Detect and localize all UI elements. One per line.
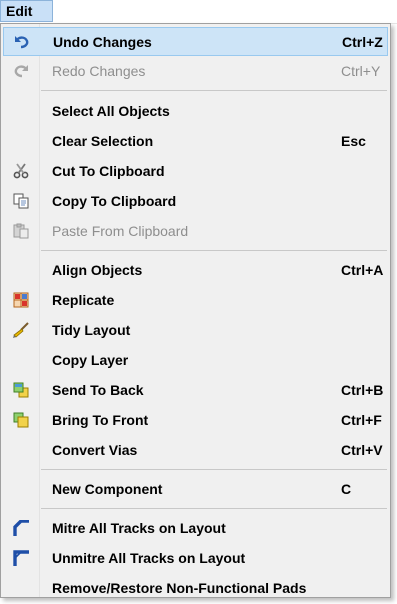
menu-item-tidy-layout[interactable]: Tidy Layout xyxy=(3,316,388,345)
edit-dropdown-menu: Undo Changes Ctrl+Z Redo Changes Ctrl+Y … xyxy=(0,23,391,598)
menu-separator xyxy=(41,508,387,509)
menu-item-undo-changes[interactable]: Undo Changes Ctrl+Z xyxy=(3,27,388,56)
menu-item-copy-layer[interactable]: Copy Layer xyxy=(3,346,388,375)
replicate-icon xyxy=(13,292,29,308)
menu-item-replicate[interactable]: Replicate xyxy=(3,286,388,315)
undo-icon xyxy=(14,34,30,50)
menu-item-label: Paste From Clipboard xyxy=(52,223,189,239)
menu-item-shortcut: Esc xyxy=(341,133,366,149)
menu-item-label: Bring To Front xyxy=(52,412,149,428)
brush-icon xyxy=(13,322,29,338)
menu-item-label: Mitre All Tracks on Layout xyxy=(52,520,226,536)
menu-separator xyxy=(41,90,387,91)
send-to-back-icon xyxy=(13,382,29,398)
menu-item-label: New Component xyxy=(52,481,163,497)
menu-item-shortcut: Ctrl+A xyxy=(341,262,384,278)
menu-item-label: Remove/Restore Non-Functional Pads xyxy=(52,580,307,596)
menu-item-label: Undo Changes xyxy=(53,34,152,50)
menu-item-label: Replicate xyxy=(52,292,115,308)
menu-item-shortcut: Ctrl+V xyxy=(341,442,383,458)
menu-item-label: Tidy Layout xyxy=(52,322,131,338)
menu-item-label: Select All Objects xyxy=(52,103,170,119)
menu-item-convert-vias[interactable]: Convert Vias Ctrl+V xyxy=(3,436,388,465)
menu-separator xyxy=(41,250,387,251)
bring-to-front-icon xyxy=(13,412,29,428)
menu-item-cut-to-clipboard[interactable]: Cut To Clipboard xyxy=(3,157,388,186)
menu-item-mitre-all-tracks[interactable]: Mitre All Tracks on Layout xyxy=(3,514,388,543)
menu-item-shortcut: Ctrl+F xyxy=(341,412,382,428)
menu-item-clear-selection[interactable]: Clear Selection Esc xyxy=(3,127,388,156)
menu-item-select-all-objects[interactable]: Select All Objects xyxy=(3,97,388,126)
menu-item-unmitre-all-tracks[interactable]: Unmitre All Tracks on Layout xyxy=(3,544,388,573)
menu-item-label: Cut To Clipboard xyxy=(52,163,165,179)
menu-item-shortcut: C xyxy=(341,481,352,497)
menu-item-shortcut: Ctrl+Y xyxy=(341,63,381,79)
menu-item-paste-from-clipboard[interactable]: Paste From Clipboard xyxy=(3,217,388,246)
menu-item-new-component[interactable]: New Component C xyxy=(3,475,388,504)
menu-item-label: Redo Changes xyxy=(52,63,146,79)
menu-item-shortcut: Ctrl+B xyxy=(341,382,384,398)
paste-icon xyxy=(13,223,29,239)
edit-menu-tab[interactable]: Edit xyxy=(0,0,53,22)
menu-item-copy-to-clipboard[interactable]: Copy To Clipboard xyxy=(3,187,388,216)
menu-separator xyxy=(41,469,387,470)
menu-item-label: Send To Back xyxy=(52,382,144,398)
unmitre-icon xyxy=(13,550,29,566)
menu-item-shortcut: Ctrl+Z xyxy=(342,34,383,50)
menu-item-label: Convert Vias xyxy=(52,442,138,458)
menu-item-remove-restore-pads[interactable]: Remove/Restore Non-Functional Pads xyxy=(3,574,388,603)
menu-item-label: Copy Layer xyxy=(52,352,129,368)
scissors-icon xyxy=(13,163,29,179)
menu-item-align-objects[interactable]: Align Objects Ctrl+A xyxy=(3,256,388,285)
menu-bar: Edit xyxy=(0,0,397,24)
menu-item-redo-changes[interactable]: Redo Changes Ctrl+Y xyxy=(3,57,388,86)
menu-item-send-to-back[interactable]: Send To Back Ctrl+B xyxy=(3,376,388,405)
menu-item-label: Align Objects xyxy=(52,262,143,278)
menu-item-bring-to-front[interactable]: Bring To Front Ctrl+F xyxy=(3,406,388,435)
mitre-icon xyxy=(13,519,29,536)
menu-item-label: Clear Selection xyxy=(52,133,154,149)
menu-item-label: Copy To Clipboard xyxy=(52,193,177,209)
copy-icon xyxy=(13,193,29,209)
redo-icon xyxy=(13,63,29,79)
menu-item-label: Unmitre All Tracks on Layout xyxy=(52,550,246,566)
